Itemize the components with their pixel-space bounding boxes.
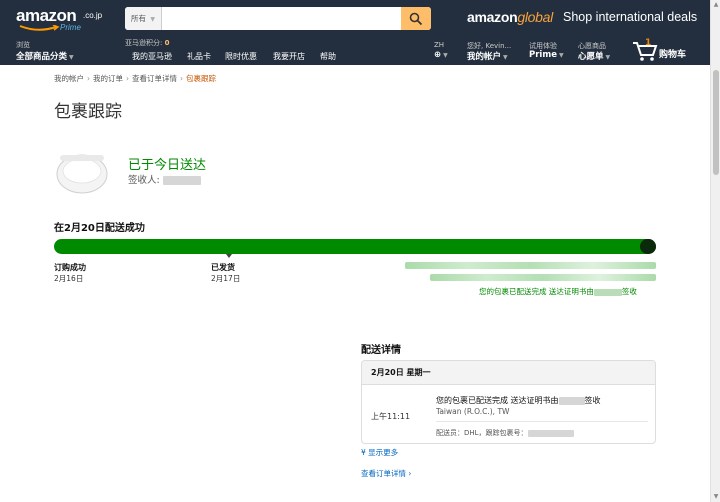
progress-end-marker: [640, 239, 656, 254]
caret-down-icon: ▼: [443, 52, 448, 59]
redacted-text-line: [430, 274, 656, 281]
redacted-signer-name: [162, 176, 201, 185]
caret-down-icon: ▼: [558, 52, 564, 59]
final-delivery-message: 您的包裹已配送完成 送达证明书由 签收: [479, 286, 637, 297]
nav-link-help[interactable]: 帮助: [320, 51, 336, 62]
browse-small: 浏览: [16, 41, 30, 49]
caret-down-icon: ▼: [605, 54, 611, 61]
signer-line: 签收人:: [128, 172, 201, 186]
chevron-right-icon: ›: [180, 74, 183, 83]
points-value: 0: [164, 39, 170, 47]
caret-down-icon: ▼: [150, 16, 156, 23]
caret-down-icon: ▼: [69, 54, 74, 61]
breadcrumb-my-orders[interactable]: 我的订单: [93, 74, 123, 83]
prime-menu[interactable]: Prime ▼: [529, 50, 564, 60]
breadcrumb-order-details[interactable]: 查看订单详情: [132, 74, 177, 83]
wishlist-label: 心愿单: [578, 52, 604, 62]
details-time: 上午11:11: [371, 412, 411, 421]
view-order-label: 查看订单详情: [361, 469, 406, 478]
caret-down-icon: ▼: [503, 54, 508, 61]
amazon-global-logo[interactable]: amazonglobal: [467, 9, 553, 25]
delivery-details-title: 配送详情: [361, 345, 401, 356]
redacted-tracking-number: [527, 429, 574, 437]
breadcrumb: 我的帐户 › 我的订单 › 查看订单详情 › 包裹跟踪: [54, 73, 216, 84]
details-location: Taiwan (R.O.C.), TW: [436, 407, 510, 416]
cart-label: 购物车: [659, 50, 687, 60]
details-message-b: 签收: [584, 396, 601, 405]
breadcrumb-package-tracking: 包裹跟踪: [186, 74, 216, 83]
milestone-shipped-date: 2月17日: [211, 274, 241, 283]
logo-prime: Prime: [60, 23, 81, 32]
redacted-text-line: [405, 262, 656, 269]
milestone-ordered-title: 订购成功: [54, 263, 86, 272]
view-order-details-link[interactable]: 查看订单详情 ›: [361, 468, 411, 479]
final-message-a: 您的包裹已配送完成 送达证明书由: [479, 287, 594, 296]
nav-link-sell[interactable]: 我要开店: [273, 51, 305, 62]
details-divider: [436, 421, 648, 422]
international-deals-link[interactable]: Shop international deals: [563, 10, 697, 24]
scrollbar-thumb[interactable]: [713, 70, 719, 175]
logo-tld: .co.jp: [83, 11, 103, 20]
search-icon: [409, 12, 423, 26]
redacted-signer-name: [558, 396, 585, 405]
chevron-down-icon: ¥: [361, 448, 366, 457]
wishlist-menu[interactable]: 心愿单 ▼: [578, 50, 610, 62]
show-more-link[interactable]: ¥ 显示更多: [361, 447, 398, 458]
global-logo-a: amazon: [467, 9, 518, 25]
language-selector[interactable]: ⊕ ▼: [434, 50, 448, 60]
smile-arrow-icon: [19, 25, 60, 31]
milestone-marker-icon: [226, 254, 232, 258]
product-image[interactable]: [54, 147, 110, 197]
delivery-success-headline: 在2月20日配送成功: [54, 223, 145, 234]
account-label: 我的帐户: [467, 52, 502, 62]
page-title: 包裹跟踪: [54, 102, 122, 122]
chevron-right-icon: ›: [408, 469, 412, 478]
search-bar: 所有 ▼: [125, 7, 431, 30]
search-input[interactable]: [163, 7, 401, 30]
chevron-right-icon: ›: [126, 74, 129, 83]
search-department-label: 所有: [131, 14, 146, 23]
details-carrier-label: 配送员：DHL，跟踪包裹号：: [436, 429, 528, 437]
language-code: ZH: [434, 41, 445, 49]
cart-button[interactable]: 1 购物车: [632, 38, 702, 62]
redacted-signer-name: [593, 288, 622, 296]
all-categories-label: 全部商品分类: [16, 52, 68, 62]
milestone-shipped-title: 已发货: [211, 263, 235, 272]
delivery-details-panel: 2月20日 星期一 上午11:11 您的包裹已配送完成 送达证明书由 签收 Tai…: [361, 360, 656, 444]
cart-count: 1: [645, 38, 652, 48]
points-label: 亚马逊积分:: [125, 39, 163, 47]
global-logo-b: global: [517, 9, 553, 25]
prime-label: Prime: [529, 50, 557, 60]
nav-link-deals[interactable]: 限时优惠: [225, 51, 257, 62]
amazon-logo[interactable]: amazon .co.jp Prime: [16, 6, 106, 34]
details-carrier: 配送员：DHL，跟踪包裹号：: [436, 428, 574, 438]
milestone-ordered-date: 2月16日: [54, 274, 84, 283]
account-menu[interactable]: 我的帐户 ▼: [467, 50, 508, 62]
show-more-label: 显示更多: [368, 448, 399, 457]
vertical-scrollbar[interactable]: ▲ ▼: [710, 0, 720, 502]
tracking-progress-bar: [54, 239, 656, 254]
search-department-select[interactable]: 所有 ▼: [125, 7, 162, 30]
chevron-right-icon: ›: [87, 74, 90, 83]
globe-icon: ⊕: [434, 50, 442, 60]
nav-link-gift-card[interactable]: 礼品卡: [187, 51, 211, 62]
breadcrumb-my-account[interactable]: 我的帐户: [54, 74, 84, 83]
all-categories-menu[interactable]: 全部商品分类 ▼: [16, 50, 74, 62]
scroll-up-icon[interactable]: ▲: [712, 1, 720, 9]
details-date-header: 2月20日 星期一: [362, 361, 655, 385]
delivered-status: 已于今日送达: [128, 158, 207, 173]
scroll-down-icon[interactable]: ▼: [712, 493, 720, 501]
search-button[interactable]: [401, 7, 431, 30]
nav-link-my-amazon[interactable]: 我的亚马逊: [132, 51, 172, 62]
details-message: 您的包裹已配送完成 送达证明书由 签收: [436, 395, 601, 406]
details-message-a: 您的包裹已配送完成 送达证明书由: [436, 396, 559, 405]
signer-label: 签收人:: [128, 175, 160, 186]
points-indicator: 亚马逊积分: 0: [125, 38, 169, 48]
final-message-b: 签收: [621, 287, 637, 296]
top-nav: amazon .co.jp Prime 所有 ▼ amazonglobal Sh…: [0, 0, 710, 65]
